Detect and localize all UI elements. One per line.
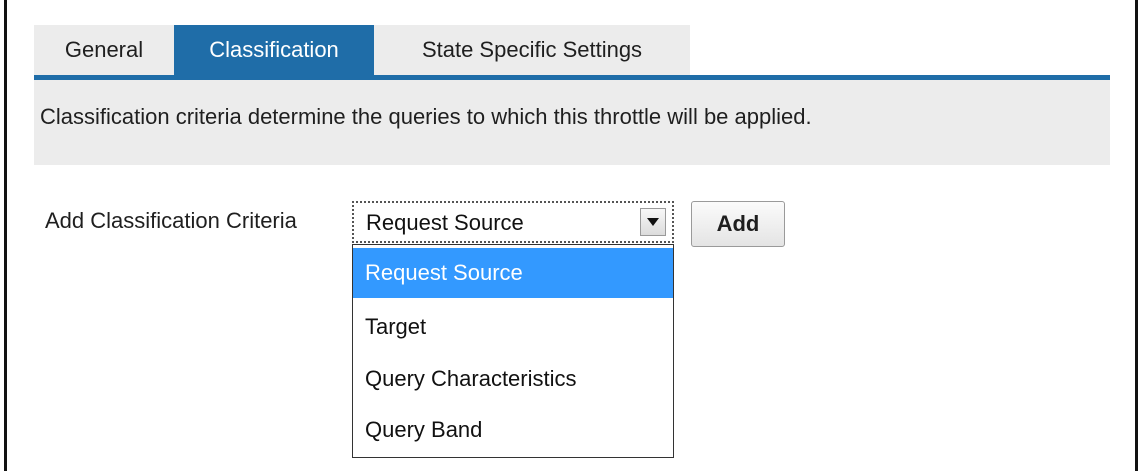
tab-classification[interactable]: Classification [174, 25, 374, 75]
option-target[interactable]: Target [353, 302, 673, 352]
option-query-characteristics[interactable]: Query Characteristics [353, 354, 673, 404]
add-button[interactable]: Add [691, 201, 785, 247]
dialog-frame: General Classification State Specific Se… [4, 0, 1138, 471]
tab-state-specific-settings[interactable]: State Specific Settings [374, 25, 690, 75]
triangle-down-icon[interactable] [640, 208, 666, 236]
add-criteria-label: Add Classification Criteria [45, 208, 297, 233]
description-text: Classification criteria determine the qu… [40, 103, 812, 129]
tab-general[interactable]: General [34, 25, 174, 75]
tab-bar: General Classification State Specific Se… [34, 25, 690, 75]
criteria-dropdown-list: Request Source Target Query Characterist… [352, 244, 674, 458]
criteria-select[interactable]: Request Source [352, 201, 674, 243]
description-panel: Classification criteria determine the qu… [34, 80, 1110, 165]
option-query-band[interactable]: Query Band [353, 405, 673, 455]
criteria-select-value: Request Source [366, 210, 524, 235]
option-request-source[interactable]: Request Source [353, 248, 673, 298]
